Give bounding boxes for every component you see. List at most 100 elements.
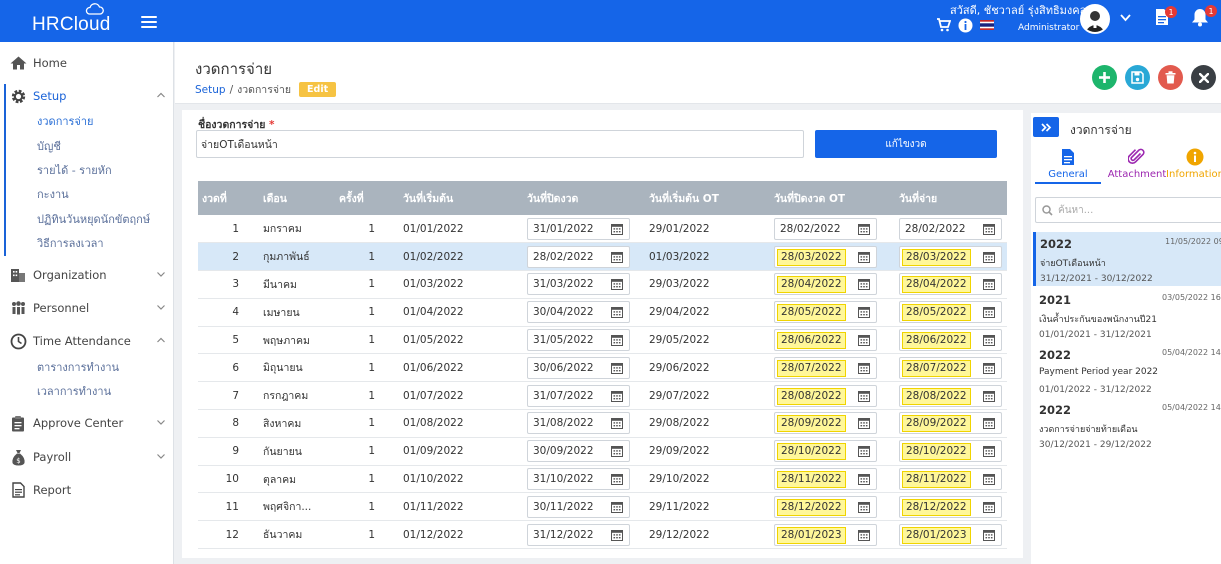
add-button[interactable] (1092, 65, 1117, 90)
calendar-icon[interactable] (983, 251, 995, 263)
table-row[interactable]: 7 กรกฎาคม 1 01/07/2022 31/07/2022 29/07/2022 2… (198, 381, 1007, 411)
calendar-icon[interactable] (858, 529, 870, 541)
ot-close-date-input[interactable]: 28/12/2022 (774, 495, 877, 518)
close-date-input[interactable]: 31/05/2022 (527, 329, 630, 352)
ot-close-date-input[interactable]: 28/03/2022 (774, 245, 877, 268)
pay-date-input[interactable]: 28/09/2022 (899, 412, 1002, 435)
close-date-input[interactable]: 30/09/2022 (527, 440, 630, 463)
thai-flag-icon[interactable] (979, 17, 995, 33)
calendar-icon[interactable] (858, 306, 870, 319)
ot-close-date-input[interactable]: 28/01/2023 (774, 523, 877, 546)
list-item[interactable]: 2022 05/04/2022 14:29 งวดการจ่ายจ่ายท้ายเด… (1033, 398, 1221, 450)
list-item[interactable]: 2022 05/04/2022 14:17 Payment Period year … (1033, 343, 1221, 395)
close-date-input[interactable]: 28/02/2022 (527, 245, 630, 268)
calendar-icon[interactable] (611, 223, 623, 235)
ot-close-date-input[interactable]: 28/07/2022 (774, 356, 877, 379)
search-input[interactable]: ค้นหา... (1035, 197, 1221, 223)
user-avatar[interactable] (1080, 4, 1110, 34)
calendar-icon[interactable] (611, 501, 623, 513)
document-notification-icon[interactable]: 1 (1155, 6, 1177, 28)
table-row[interactable]: 10 ตุลาคม 1 01/10/2022 31/10/2022 29/10/2022 2… (198, 465, 1007, 494)
bell-notification-icon[interactable]: 1 (1191, 5, 1217, 29)
calendar-icon[interactable] (858, 445, 870, 458)
table-row[interactable]: 1 มกราคม 1 01/01/2022 31/01/2022 29/01/2022 28… (198, 215, 1007, 244)
collapse-panel-button[interactable] (1033, 117, 1059, 137)
sidebar-sub-item[interactable]: บัญชี (37, 137, 61, 155)
close-button[interactable] (1191, 65, 1216, 90)
calendar-icon[interactable] (858, 251, 870, 263)
calendar-icon[interactable] (983, 223, 995, 235)
table-row[interactable]: 5 พฤษภาคม 1 01/05/2022 31/05/2022 29/05/2022 2… (198, 326, 1007, 355)
calendar-icon[interactable] (983, 278, 995, 291)
sidebar-item-personnel[interactable]: Personnel (0, 297, 174, 319)
calendar-icon[interactable] (983, 501, 995, 513)
calendar-icon[interactable] (611, 529, 623, 541)
close-date-input[interactable]: 30/11/2022 (527, 495, 630, 518)
calendar-icon[interactable] (983, 473, 995, 486)
calendar-icon[interactable] (983, 362, 995, 374)
pay-date-input[interactable]: 28/01/2023 (899, 523, 1002, 546)
pay-date-input[interactable]: 28/05/2022 (899, 301, 1002, 324)
ot-close-date-input[interactable]: 28/09/2022 (774, 412, 877, 435)
sidebar-sub-item[interactable]: ตารางการทำงาน (37, 358, 119, 376)
calendar-icon[interactable] (611, 278, 623, 291)
pay-date-input[interactable]: 28/07/2022 (899, 356, 1002, 379)
pay-date-input[interactable]: 28/06/2022 (899, 329, 1002, 352)
calendar-icon[interactable] (611, 473, 623, 486)
calendar-icon[interactable] (983, 417, 995, 430)
close-date-input[interactable]: 30/04/2022 (527, 301, 630, 324)
table-row[interactable]: 12 ธันวาคม 1 01/12/2022 31/12/2022 29/12/2022… (198, 520, 1007, 550)
calendar-icon[interactable] (611, 445, 623, 458)
pay-date-input[interactable]: 28/03/2022 (899, 245, 1002, 268)
tab-general[interactable]: General (1035, 147, 1101, 184)
table-row[interactable]: 6 มิถุนายน 1 01/06/2022 30/06/2022 29/06/2022… (198, 353, 1007, 383)
menu-toggle-icon[interactable] (141, 16, 157, 29)
sidebar-sub-item[interactable]: ปฏิทินวันหยุดนักขัตฤกษ์ (37, 210, 150, 228)
sidebar-item-report[interactable]: Report (0, 479, 174, 501)
period-name-input[interactable]: จ่ายOTเดือนหน้า (196, 130, 804, 158)
pay-date-input[interactable]: 28/10/2022 (899, 440, 1002, 463)
calendar-icon[interactable] (611, 390, 623, 402)
table-row[interactable]: 4 เมษายน 1 01/04/2022 30/04/2022 29/04/2022 28… (198, 298, 1007, 327)
close-date-input[interactable]: 31/08/2022 (527, 412, 630, 435)
calendar-icon[interactable] (858, 473, 870, 486)
sidebar-item-payroll[interactable]: $ Payroll (0, 446, 174, 468)
table-row[interactable]: 2 กุมภาพันธ์ 1 01/02/2022 28/02/2022 01/03/20… (198, 242, 1007, 272)
calendar-icon[interactable] (611, 417, 623, 430)
close-date-input[interactable]: 31/07/2022 (527, 384, 630, 407)
table-row[interactable]: 8 สิงหาคม 1 01/08/2022 31/08/2022 29/08/2022 2… (198, 409, 1007, 438)
calendar-icon[interactable] (858, 417, 870, 430)
list-item[interactable]: 2022 11/05/2022 09:38 จ่ายOTเดือนหน้า 31/12… (1033, 232, 1221, 286)
sidebar-item-home[interactable]: Home (0, 52, 174, 74)
save-button[interactable] (1125, 65, 1150, 90)
calendar-icon[interactable] (858, 362, 870, 374)
cart-icon[interactable] (935, 17, 951, 33)
pay-date-input[interactable]: 28/08/2022 (899, 384, 1002, 407)
ot-close-date-input[interactable]: 28/11/2022 (774, 468, 877, 491)
calendar-icon[interactable] (983, 390, 995, 402)
info-icon[interactable] (957, 17, 973, 33)
close-date-input[interactable]: 31/03/2022 (527, 273, 630, 296)
breadcrumb-setup-link[interactable]: Setup (195, 84, 226, 96)
close-date-input[interactable]: 31/01/2022 (527, 217, 630, 240)
sidebar-sub-item[interactable]: งวดการจ่าย (37, 112, 94, 130)
calendar-icon[interactable] (611, 334, 623, 347)
calendar-icon[interactable] (858, 390, 870, 402)
calendar-icon[interactable] (611, 251, 623, 263)
sidebar-sub-item[interactable]: วิธีการลงเวลา (37, 234, 104, 252)
ot-close-date-input[interactable]: 28/02/2022 (774, 217, 877, 240)
tab-attachment[interactable]: Attachment (1103, 147, 1171, 180)
user-menu-chevron-icon[interactable] (1120, 11, 1131, 25)
sidebar-item-approve-center[interactable]: Approve Center (0, 412, 174, 434)
close-date-input[interactable]: 31/12/2022 (527, 523, 630, 546)
sidebar-sub-item[interactable]: เวลาการทำงาน (37, 382, 111, 400)
calendar-icon[interactable] (983, 445, 995, 458)
tab-information[interactable]: Information (1165, 147, 1221, 180)
ot-close-date-input[interactable]: 28/08/2022 (774, 384, 877, 407)
calendar-icon[interactable] (983, 529, 995, 541)
ot-close-date-input[interactable]: 28/06/2022 (774, 329, 877, 352)
calendar-icon[interactable] (858, 334, 870, 347)
app-logo[interactable]: HRCloud (32, 2, 112, 38)
calendar-icon[interactable] (858, 278, 870, 291)
calendar-icon[interactable] (983, 306, 995, 319)
